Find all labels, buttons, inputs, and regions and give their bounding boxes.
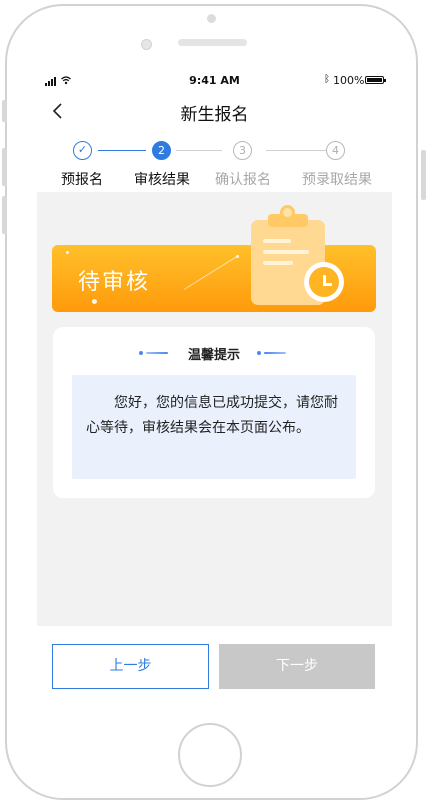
notice-message: 您好，您的信息已成功提交，请您耐心等待，审核结果会在本页面公布。: [86, 395, 338, 436]
step-4-label: 预录取结果: [302, 172, 372, 188]
notice-message-box: 您好，您的信息已成功提交，请您耐心等待，审核结果会在本页面公布。: [72, 375, 356, 479]
clock-icon: [304, 262, 344, 302]
sensor-dot: [207, 14, 216, 23]
volume-up-button: [2, 148, 7, 186]
step-connector: [266, 150, 326, 151]
status-banner-text: 待审核: [78, 270, 151, 295]
step-3-label: 确认报名: [215, 172, 271, 188]
step-2-label: 审核结果: [134, 172, 190, 188]
app-screen: 9:41 AM ᛒ 100% 新生报名 ✓ 2 3 4 预报名 审核结果 确认报…: [37, 71, 392, 626]
next-step-button[interactable]: 下一步: [219, 644, 375, 689]
home-button[interactable]: [178, 723, 242, 787]
volume-down-button: [2, 196, 7, 234]
step-1-check-icon: ✓: [73, 141, 92, 160]
notice-title: 温馨提示: [187, 348, 240, 363]
earpiece-speaker: [178, 39, 247, 46]
step-connector: [98, 150, 146, 151]
progress-stepper: ✓ 2 3 4 预报名 审核结果 确认报名 预录取结果: [37, 131, 392, 192]
battery-icon: [365, 76, 386, 84]
battery-percent: 100%: [333, 74, 365, 87]
mute-switch: [2, 100, 7, 122]
step-3-number: 3: [233, 141, 252, 160]
banner-decor-dot: [92, 299, 97, 304]
prev-step-button[interactable]: 上一步: [52, 644, 209, 689]
notice-card: 温馨提示 您好，您的信息已成功提交，请您耐心等待，审核结果会在本页面公布。: [53, 327, 375, 498]
step-4-number: 4: [326, 141, 345, 160]
nav-bar: 新生报名: [37, 91, 392, 131]
power-button: [421, 150, 426, 200]
front-camera: [141, 39, 152, 50]
banner-decor-dot: [66, 251, 69, 254]
step-1-label: 预报名: [61, 172, 103, 188]
status-bar: 9:41 AM ᛒ 100%: [37, 71, 392, 91]
bluetooth-icon: ᛒ: [324, 74, 330, 85]
step-connector: [176, 150, 222, 151]
page-title: 新生报名: [180, 105, 249, 125]
step-2-number: 2: [152, 141, 171, 160]
banner-decor-line: [183, 256, 237, 290]
banner-decor-dot: [236, 255, 239, 258]
